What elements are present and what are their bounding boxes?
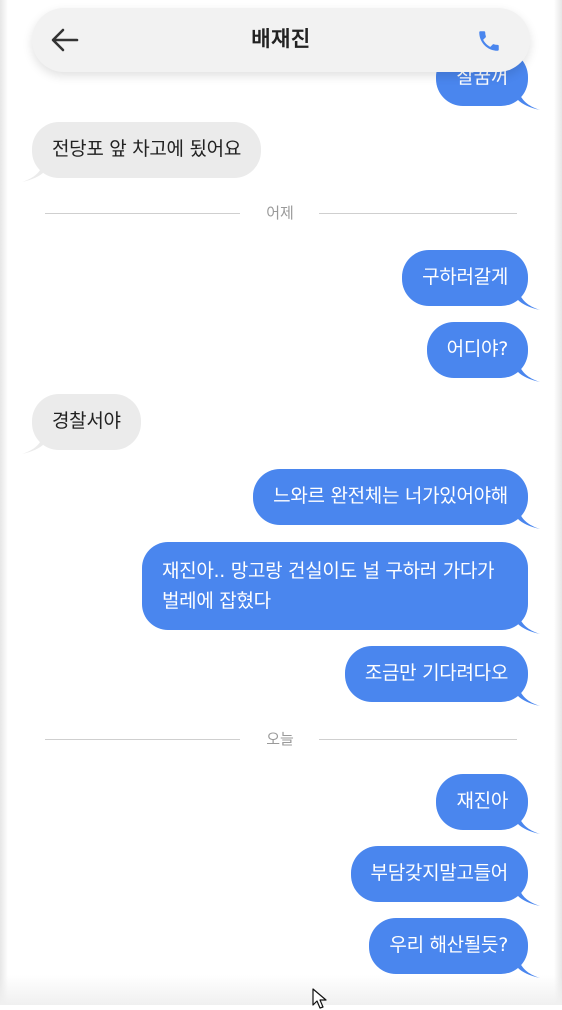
message-text: 우리 해산될듯?: [389, 934, 508, 956]
message-text: 부담갖지말고들어: [370, 862, 509, 884]
chat-header: 배재진: [32, 8, 530, 72]
date-separator: 어제: [45, 203, 517, 223]
message-bubble-outgoing[interactable]: 어디야?: [426, 322, 528, 378]
bubble-tail-outgoing: [518, 684, 540, 706]
message-bubble-incoming[interactable]: 전당포 앞 차고에 됬어요: [32, 122, 262, 178]
separator-label: 어제: [266, 204, 294, 222]
separator-line: [45, 213, 240, 214]
mouse-cursor-icon: [312, 988, 327, 1009]
message-bubble-outgoing[interactable]: 조금만 기다려다오: [344, 646, 528, 702]
bubble-tail-outgoing: [518, 612, 540, 634]
message-text: 조금만 기다려다오: [364, 662, 508, 684]
message-text: 경찰서야: [52, 410, 121, 432]
message-bubble-outgoing[interactable]: 재진아.. 망고랑 건실이도 널 구하러 가다가 벌레에 잡혔다: [142, 542, 528, 630]
message-bubble-outgoing[interactable]: 느와르 완전체는 너가있어야해: [253, 469, 528, 525]
bubble-tail-outgoing: [518, 507, 540, 529]
bubble-tail-outgoing: [518, 360, 540, 382]
separator-label: 오늘: [266, 730, 294, 748]
message-text: 어디야?: [446, 338, 509, 360]
composer-edge: [0, 975, 562, 1005]
message-bubble-outgoing[interactable]: 구하러갈게: [402, 250, 528, 306]
bubble-tail-incoming: [22, 432, 44, 454]
message-text: 재진아: [456, 790, 508, 812]
message-text: 느와르 완전체는 너가있어야해: [273, 485, 508, 507]
contact-name: 배재진: [251, 27, 311, 51]
message-bubble-outgoing[interactable]: 재진아: [436, 774, 528, 830]
message-text: 재진아.. 망고랑 건실이도 널 구하러 가다가 벌레에 잡혔다: [162, 560, 495, 612]
bubble-tail-outgoing: [518, 812, 540, 834]
bubble-tail-outgoing: [518, 288, 540, 310]
separator-line: [319, 213, 517, 214]
message-text: 구하러갈게: [422, 266, 508, 288]
bubble-tail-outgoing: [518, 884, 540, 906]
message-text: 전당포 앞 차고에 됬어요: [52, 138, 242, 160]
separator-line: [319, 739, 517, 740]
message-bubble-outgoing[interactable]: 부담갖지말고들어: [350, 846, 528, 902]
message-bubble-incoming[interactable]: 경찰서야: [32, 394, 141, 450]
phone-icon[interactable]: [476, 28, 502, 54]
chat-thread[interactable]: 잘꿈꺼 전당포 앞 차고에 됬어요 어제 구하러갈게 어디야? 경찰서야 느와르…: [0, 0, 562, 1005]
bubble-tail-outgoing: [518, 88, 540, 110]
bubble-tail-incoming: [22, 160, 44, 182]
separator-line: [45, 739, 240, 740]
message-bubble-outgoing[interactable]: 우리 해산될듯?: [369, 918, 528, 974]
date-separator: 오늘: [45, 729, 517, 749]
